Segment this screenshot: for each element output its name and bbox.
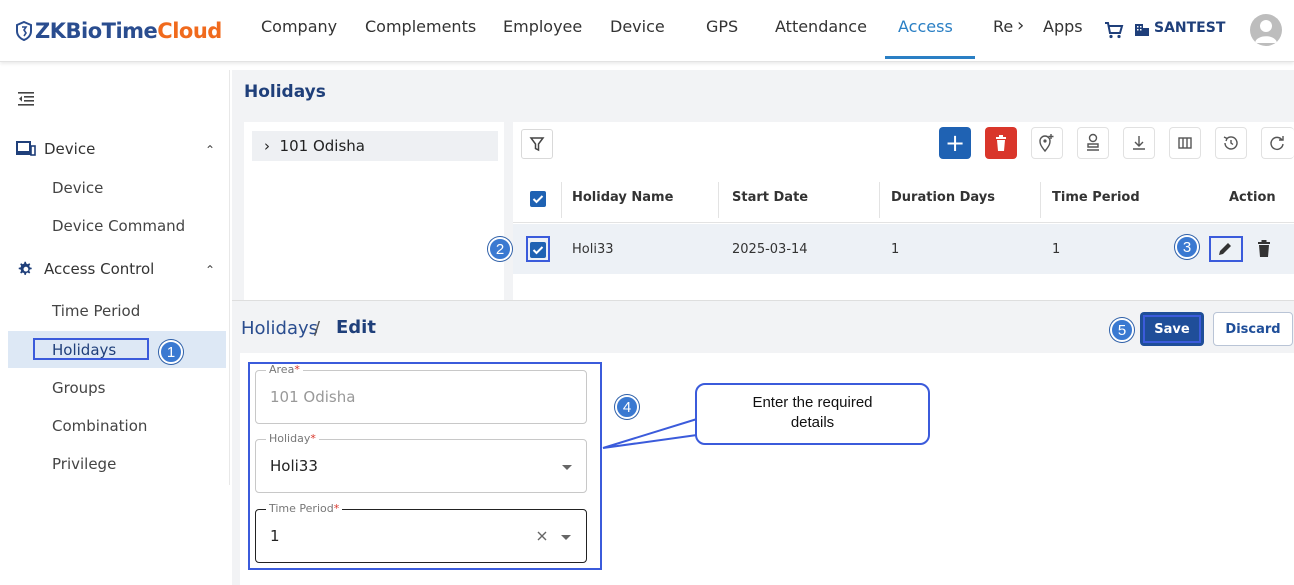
sidebar-item-time-period[interactable]: Time Period xyxy=(52,302,140,320)
plus-icon: + xyxy=(944,129,966,157)
step-badge-2: 2 xyxy=(488,237,512,261)
nav-company[interactable]: Company xyxy=(261,17,337,36)
step-badge-1: 1 xyxy=(159,340,183,364)
sidebar-group-label: Device xyxy=(44,140,96,158)
logo-text-main: ZKBioTime xyxy=(35,19,158,43)
sidebar-item-device-command[interactable]: Device Command xyxy=(52,217,185,235)
app-logo[interactable]: ZKBioTime Cloud xyxy=(15,18,222,44)
history-icon xyxy=(1223,136,1238,150)
check-icon xyxy=(532,195,544,204)
user-avatar[interactable] xyxy=(1250,14,1282,46)
building-icon xyxy=(1135,24,1149,36)
edit-toolbar xyxy=(232,301,1294,353)
annotation-highlight-checkbox xyxy=(526,236,550,262)
collapse-menu-icon[interactable] xyxy=(18,92,34,106)
step-badge-5: 5 xyxy=(1110,318,1134,342)
cell-duration-days: 1 xyxy=(891,242,900,257)
edit-pencil-icon[interactable] xyxy=(1216,240,1234,258)
annotation-highlight-holidays xyxy=(33,338,149,360)
cell-time-period: 1 xyxy=(1052,242,1061,257)
breadcrumb-holidays[interactable]: Holidays xyxy=(241,318,318,339)
sidebar-group-label: Access Control xyxy=(44,260,155,278)
edit-panel-edge xyxy=(232,353,240,585)
export-button[interactable] xyxy=(1123,127,1155,159)
nav-access[interactable]: Access xyxy=(898,17,953,36)
select-all-checkbox[interactable] xyxy=(530,191,546,207)
discard-button-label: Discard xyxy=(1225,321,1281,337)
nav-more-chevron-icon[interactable]: › xyxy=(1017,15,1024,36)
sidebar-item-combination[interactable]: Combination xyxy=(52,417,147,435)
nav-apps[interactable]: Apps xyxy=(1043,17,1083,36)
sidebar-group-device[interactable]: Device xyxy=(16,140,95,158)
shield-icon xyxy=(16,21,32,41)
active-nav-indicator xyxy=(885,56,975,59)
personnel-button[interactable] xyxy=(1077,127,1109,159)
sidebar-group-access-control[interactable]: Access Control xyxy=(16,260,154,278)
column-header-duration-days[interactable]: Duration Days xyxy=(891,190,995,205)
nav-device[interactable]: Device xyxy=(610,17,665,36)
nav-complements[interactable]: Complements xyxy=(365,17,476,36)
sidebar-item-device[interactable]: Device xyxy=(52,179,103,197)
gear-icon xyxy=(18,261,32,275)
table-header-divider xyxy=(513,222,1294,223)
refresh-button[interactable] xyxy=(1261,127,1294,159)
discard-button[interactable]: Discard xyxy=(1213,312,1293,346)
step-badge-4: 4 xyxy=(615,395,639,419)
filter-button[interactable] xyxy=(521,129,553,159)
column-divider xyxy=(879,182,880,218)
sidebar-item-groups[interactable]: Groups xyxy=(52,379,105,397)
annotation-highlight-save xyxy=(1143,315,1201,343)
callout-text-line2: details xyxy=(790,414,835,431)
step-badge-3: 3 xyxy=(1175,235,1199,259)
cell-holiday-name: Holi33 xyxy=(572,242,614,257)
column-divider xyxy=(561,182,562,218)
user-icon xyxy=(1255,20,1277,43)
person-stamp-icon xyxy=(1087,133,1099,151)
tree-item-text: 101 Odisha xyxy=(279,137,365,155)
cart-icon[interactable] xyxy=(1104,20,1124,40)
instruction-callout: Enter the required details xyxy=(695,383,930,445)
columns-icon xyxy=(1178,137,1192,149)
cell-start-date: 2025-03-14 xyxy=(732,242,808,257)
column-divider xyxy=(718,182,719,218)
column-header-action: Action xyxy=(1229,190,1276,205)
top-bar: ZKBioTime Cloud Company Complements Emplo… xyxy=(0,0,1294,62)
column-header-time-period[interactable]: Time Period xyxy=(1052,190,1140,205)
logo-text-cloud: Cloud xyxy=(157,19,222,43)
callout-pointer xyxy=(602,418,698,449)
device-icon xyxy=(16,141,36,156)
column-header-start-date[interactable]: Start Date xyxy=(732,190,808,205)
breadcrumb-edit: Edit xyxy=(336,317,376,338)
delete-button[interactable] xyxy=(985,127,1017,159)
add-button[interactable]: + xyxy=(939,127,971,159)
sidebar-item-privilege[interactable]: Privilege xyxy=(52,455,116,473)
chevron-up-icon[interactable]: ⌃ xyxy=(205,143,215,157)
columns-button[interactable] xyxy=(1169,127,1201,159)
company-name[interactable]: SANTEST xyxy=(1154,20,1225,36)
location-plus-icon xyxy=(1039,134,1054,153)
row-trash-icon[interactable] xyxy=(1257,240,1271,258)
tree-item-label[interactable]: › 101 Odisha xyxy=(264,137,365,155)
refresh-icon xyxy=(1270,136,1284,150)
nav-reports-truncated[interactable]: Re xyxy=(993,17,1013,36)
download-icon xyxy=(1133,136,1145,150)
nav-employee[interactable]: Employee xyxy=(503,17,582,36)
breadcrumb-separator: / xyxy=(314,318,321,339)
chevron-up-icon[interactable]: ⌃ xyxy=(205,263,215,277)
add-location-button[interactable] xyxy=(1031,127,1063,159)
callout-text-line1: Enter the required xyxy=(752,394,873,411)
tree-expand-chevron-icon[interactable]: › xyxy=(264,137,270,155)
nav-gps[interactable]: GPS xyxy=(706,17,738,36)
column-divider xyxy=(1040,182,1041,218)
filter-icon xyxy=(529,137,545,152)
column-header-holiday-name[interactable]: Holiday Name xyxy=(572,190,673,205)
trash-icon xyxy=(996,135,1006,151)
history-button[interactable] xyxy=(1215,127,1247,159)
nav-attendance[interactable]: Attendance xyxy=(775,17,867,36)
annotation-highlight-form xyxy=(248,362,602,570)
page-title: Holidays xyxy=(244,82,326,102)
